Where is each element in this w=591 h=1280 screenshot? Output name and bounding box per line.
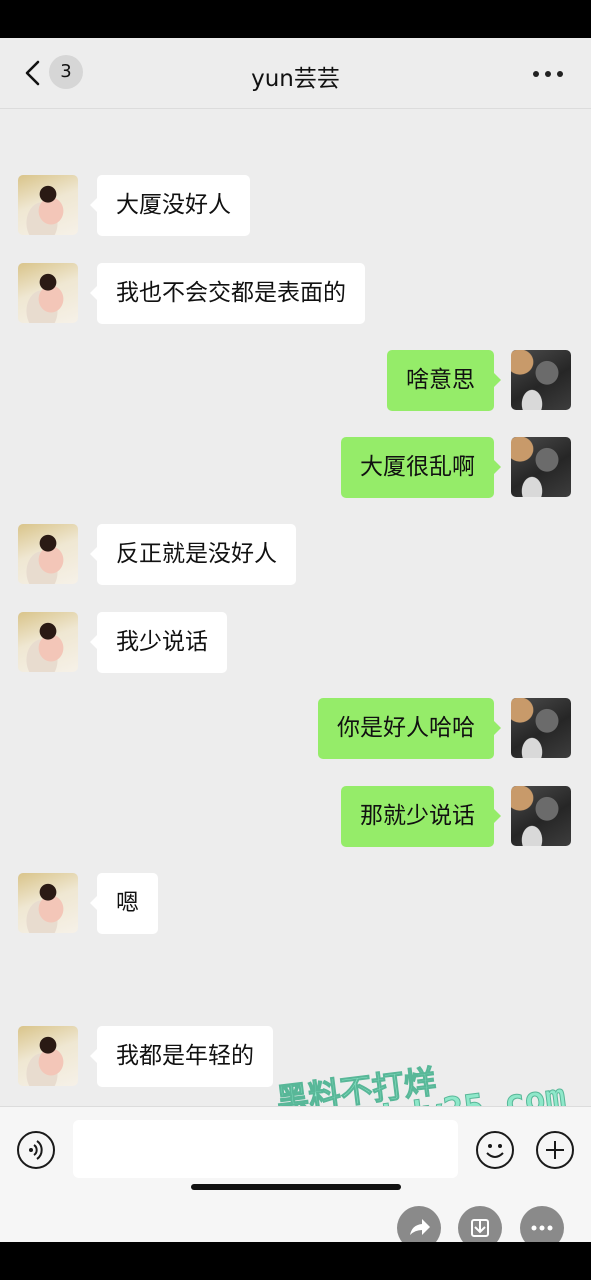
share-icon[interactable] xyxy=(397,1206,441,1242)
voice-icon[interactable] xyxy=(17,1131,55,1169)
message-bubble-outgoing[interactable]: 你是好人哈哈 xyxy=(318,698,501,759)
download-icon[interactable] xyxy=(458,1206,502,1242)
chat-header: 3 yun芸芸 xyxy=(0,38,591,109)
message-bubble-outgoing[interactable]: 大厦很乱啊 xyxy=(341,437,501,498)
contact-avatar[interactable] xyxy=(18,612,78,672)
self-avatar[interactable] xyxy=(511,350,571,410)
message-bubble-incoming[interactable]: 我少说话 xyxy=(90,612,227,673)
message-bubble-outgoing[interactable]: 那就少说话 xyxy=(341,786,501,847)
chat-screen: 3 yun芸芸 大厦没好人 我也不会交都是表面的 啥意思 大厦很乱啊 反正就是没… xyxy=(0,38,591,1242)
contact-avatar[interactable] xyxy=(18,263,78,323)
contact-avatar[interactable] xyxy=(18,524,78,584)
message-bubble-incoming[interactable]: 嗯 xyxy=(90,873,158,934)
message-bubble-incoming[interactable]: 我都是年轻的 xyxy=(90,1026,273,1087)
contact-avatar[interactable] xyxy=(18,873,78,933)
message-bubble-incoming[interactable]: 反正就是没好人 xyxy=(90,524,296,585)
message-bubble-incoming[interactable]: 我也不会交都是表面的 xyxy=(90,263,365,324)
chat-title: yun芸芸 xyxy=(251,66,340,92)
self-avatar[interactable] xyxy=(511,437,571,497)
plus-icon[interactable] xyxy=(536,1131,574,1169)
message-input-bar xyxy=(0,1106,591,1242)
message-bubble-incoming[interactable]: 大厦没好人 xyxy=(90,175,250,236)
contact-avatar[interactable] xyxy=(18,175,78,235)
more-options-icon[interactable] xyxy=(520,1206,564,1242)
self-avatar[interactable] xyxy=(511,698,571,758)
home-indicator xyxy=(191,1184,401,1190)
self-avatar[interactable] xyxy=(511,786,571,846)
message-input[interactable] xyxy=(73,1120,458,1178)
more-icon[interactable] xyxy=(533,71,563,79)
emoji-icon[interactable] xyxy=(476,1131,514,1169)
contact-avatar[interactable] xyxy=(18,1026,78,1086)
message-bubble-outgoing[interactable]: 啥意思 xyxy=(387,350,501,411)
